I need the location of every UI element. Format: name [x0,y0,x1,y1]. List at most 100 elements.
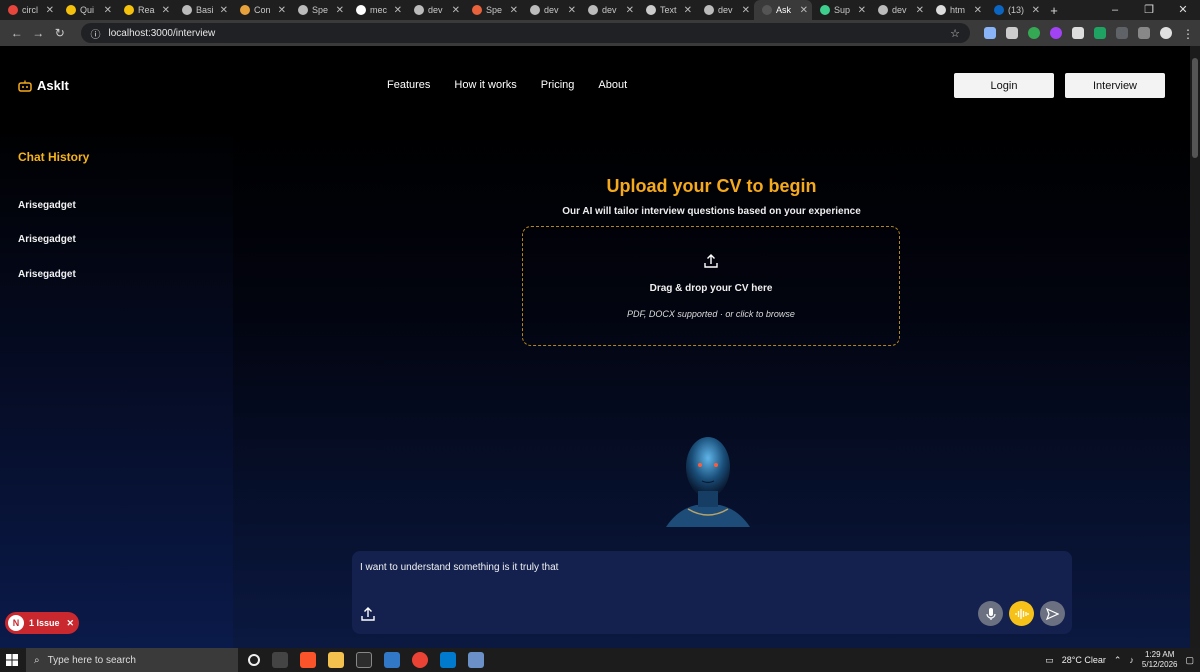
restore-icon[interactable]: ❐ [1132,0,1166,20]
tab-close-icon[interactable]: ✕ [336,5,344,16]
tab-close-icon[interactable]: ✕ [104,5,112,16]
tab-close-icon[interactable]: ✕ [1032,5,1040,16]
tab-close-icon[interactable]: ✕ [800,5,808,16]
vscode-icon[interactable] [440,652,456,668]
menu-pricing[interactable]: Pricing [541,79,575,91]
browser-tab[interactable]: Qui ✕ [58,0,116,20]
chat-input-text[interactable]: I want to understand something is it tru… [360,562,558,573]
browser-tab[interactable]: circl ✕ [0,0,58,20]
browser-tab[interactable]: Rea ✕ [116,0,174,20]
nextjs-issue-badge[interactable]: N 1 Issue ✕ [5,612,79,634]
browser-tab[interactable]: htm ✕ [928,0,986,20]
task-view-icon[interactable] [272,652,288,668]
vscode-icon[interactable] [384,652,400,668]
extension-icon[interactable] [984,27,997,39]
notifications-icon[interactable]: ▢ [1185,655,1194,666]
tab-close-icon[interactable]: ✕ [916,5,924,16]
brand-logo[interactable]: AskIt [18,78,69,93]
login-button[interactable]: Login [954,73,1054,98]
ai-avatar [666,437,750,527]
tab-close-icon[interactable]: ✕ [510,5,518,16]
weather-icon[interactable]: ▭ [1045,655,1054,666]
weather-text[interactable]: 28°C Clear [1062,655,1106,665]
volume-icon[interactable]: ♪ [1129,655,1134,665]
terminal-icon[interactable] [356,652,372,668]
reload-icon[interactable]: ↻ [49,26,71,40]
close-window-icon[interactable]: ✕ [1166,0,1200,20]
browser-tab[interactable]: dev ✕ [696,0,754,20]
tray-overflow-icon[interactable]: ⌃ [1114,655,1122,666]
tab-close-icon[interactable]: ✕ [568,5,576,16]
brave-icon[interactable] [300,652,316,668]
browser-tab[interactable]: Basi ✕ [174,0,232,20]
site-info-icon[interactable]: ⓘ [91,26,101,41]
tab-close-icon[interactable]: ✕ [46,5,54,16]
browser-tab[interactable]: Spe ✕ [464,0,522,20]
tab-close-icon[interactable]: ✕ [858,5,866,16]
browser-tab[interactable]: dev ✕ [406,0,464,20]
tab-close-icon[interactable]: ✕ [626,5,634,16]
file-explorer-icon[interactable] [328,652,344,668]
chat-history-item[interactable]: Arisegadget [18,269,76,280]
address-bar[interactable]: ⓘ localhost:3000/interview ☆ [80,23,971,43]
interview-button[interactable]: Interview [1065,73,1165,98]
tab-close-icon[interactable]: ✕ [684,5,692,16]
browser-tab[interactable]: dev ✕ [580,0,638,20]
chat-history-item[interactable]: Arisegadget [18,234,76,245]
bookmark-star-icon[interactable]: ☆ [950,27,960,40]
forward-icon[interactable]: → [28,26,50,40]
browser-tab[interactable]: Con ✕ [232,0,290,20]
extension-icon[interactable] [1094,27,1107,39]
cv-dropzone[interactable]: Drag & drop your CV here PDF, DOCX suppo… [522,226,900,346]
minimize-icon[interactable]: – [1098,0,1132,20]
menu-how-it-works[interactable]: How it works [454,79,516,91]
tab-favicon-icon [124,5,134,15]
tab-close-icon[interactable]: ✕ [974,5,982,16]
browser-tab[interactable]: mec ✕ [348,0,406,20]
taskbar-search[interactable]: ⌕ Type here to search [26,648,238,672]
dismiss-icon[interactable]: ✕ [67,618,75,629]
extension-icon[interactable] [1006,27,1019,39]
browser-tab[interactable]: Ask ✕ [754,0,812,20]
back-icon[interactable]: ← [6,26,28,40]
interview-main: Upload your CV to begin Our AI will tail… [233,124,1190,648]
clock[interactable]: 1:29 AM 5/12/2026 [1142,650,1178,670]
tab-close-icon[interactable]: ✕ [742,5,750,16]
tab-favicon-icon [472,5,482,15]
tab-close-icon[interactable]: ✕ [162,5,170,16]
browser-tab[interactable]: Spe ✕ [290,0,348,20]
browser-tab[interactable]: dev ✕ [522,0,580,20]
profile-avatar-icon[interactable] [1160,27,1173,39]
new-tab-button[interactable]: + [1044,3,1064,18]
browser-tab[interactable]: (13) ✕ [986,0,1044,20]
browser-tab[interactable]: Text ✕ [638,0,696,20]
cortana-icon[interactable] [248,654,260,666]
tab-close-icon[interactable]: ✕ [278,5,286,16]
app-icon[interactable] [468,652,484,668]
menu-features[interactable]: Features [387,79,430,91]
side-panel-icon[interactable] [1138,27,1151,39]
browser-tab[interactable]: Sup ✕ [812,0,870,20]
tab-favicon-icon [878,5,888,15]
tab-close-icon[interactable]: ✕ [220,5,228,16]
chat-history-item[interactable]: Arisegadget [18,200,76,211]
scrollbar-thumb[interactable] [1192,58,1198,158]
voice-mode-button[interactable] [1009,601,1034,626]
chat-history-sidebar: Chat History Arisegadget Arisegadget Ari… [0,124,233,648]
browser-tab[interactable]: dev ✕ [870,0,928,20]
chat-input-box[interactable]: I want to understand something is it tru… [352,551,1072,634]
page-scrollbar[interactable] [1190,46,1200,648]
menu-about[interactable]: About [598,79,627,91]
browser-menu-icon[interactable]: ⋮ [1182,27,1194,41]
extension-icon[interactable] [1028,27,1041,39]
microphone-button[interactable] [978,601,1003,626]
chrome-icon[interactable] [412,652,428,668]
send-button[interactable] [1040,601,1065,626]
attach-upload-icon[interactable] [360,606,376,622]
extensions-puzzle-icon[interactable] [1116,27,1129,39]
tab-close-icon[interactable]: ✕ [452,5,460,16]
extension-icon[interactable] [1050,27,1063,39]
start-button[interactable] [0,654,24,666]
tab-close-icon[interactable]: ✕ [394,5,402,16]
extension-icon[interactable] [1072,27,1085,39]
